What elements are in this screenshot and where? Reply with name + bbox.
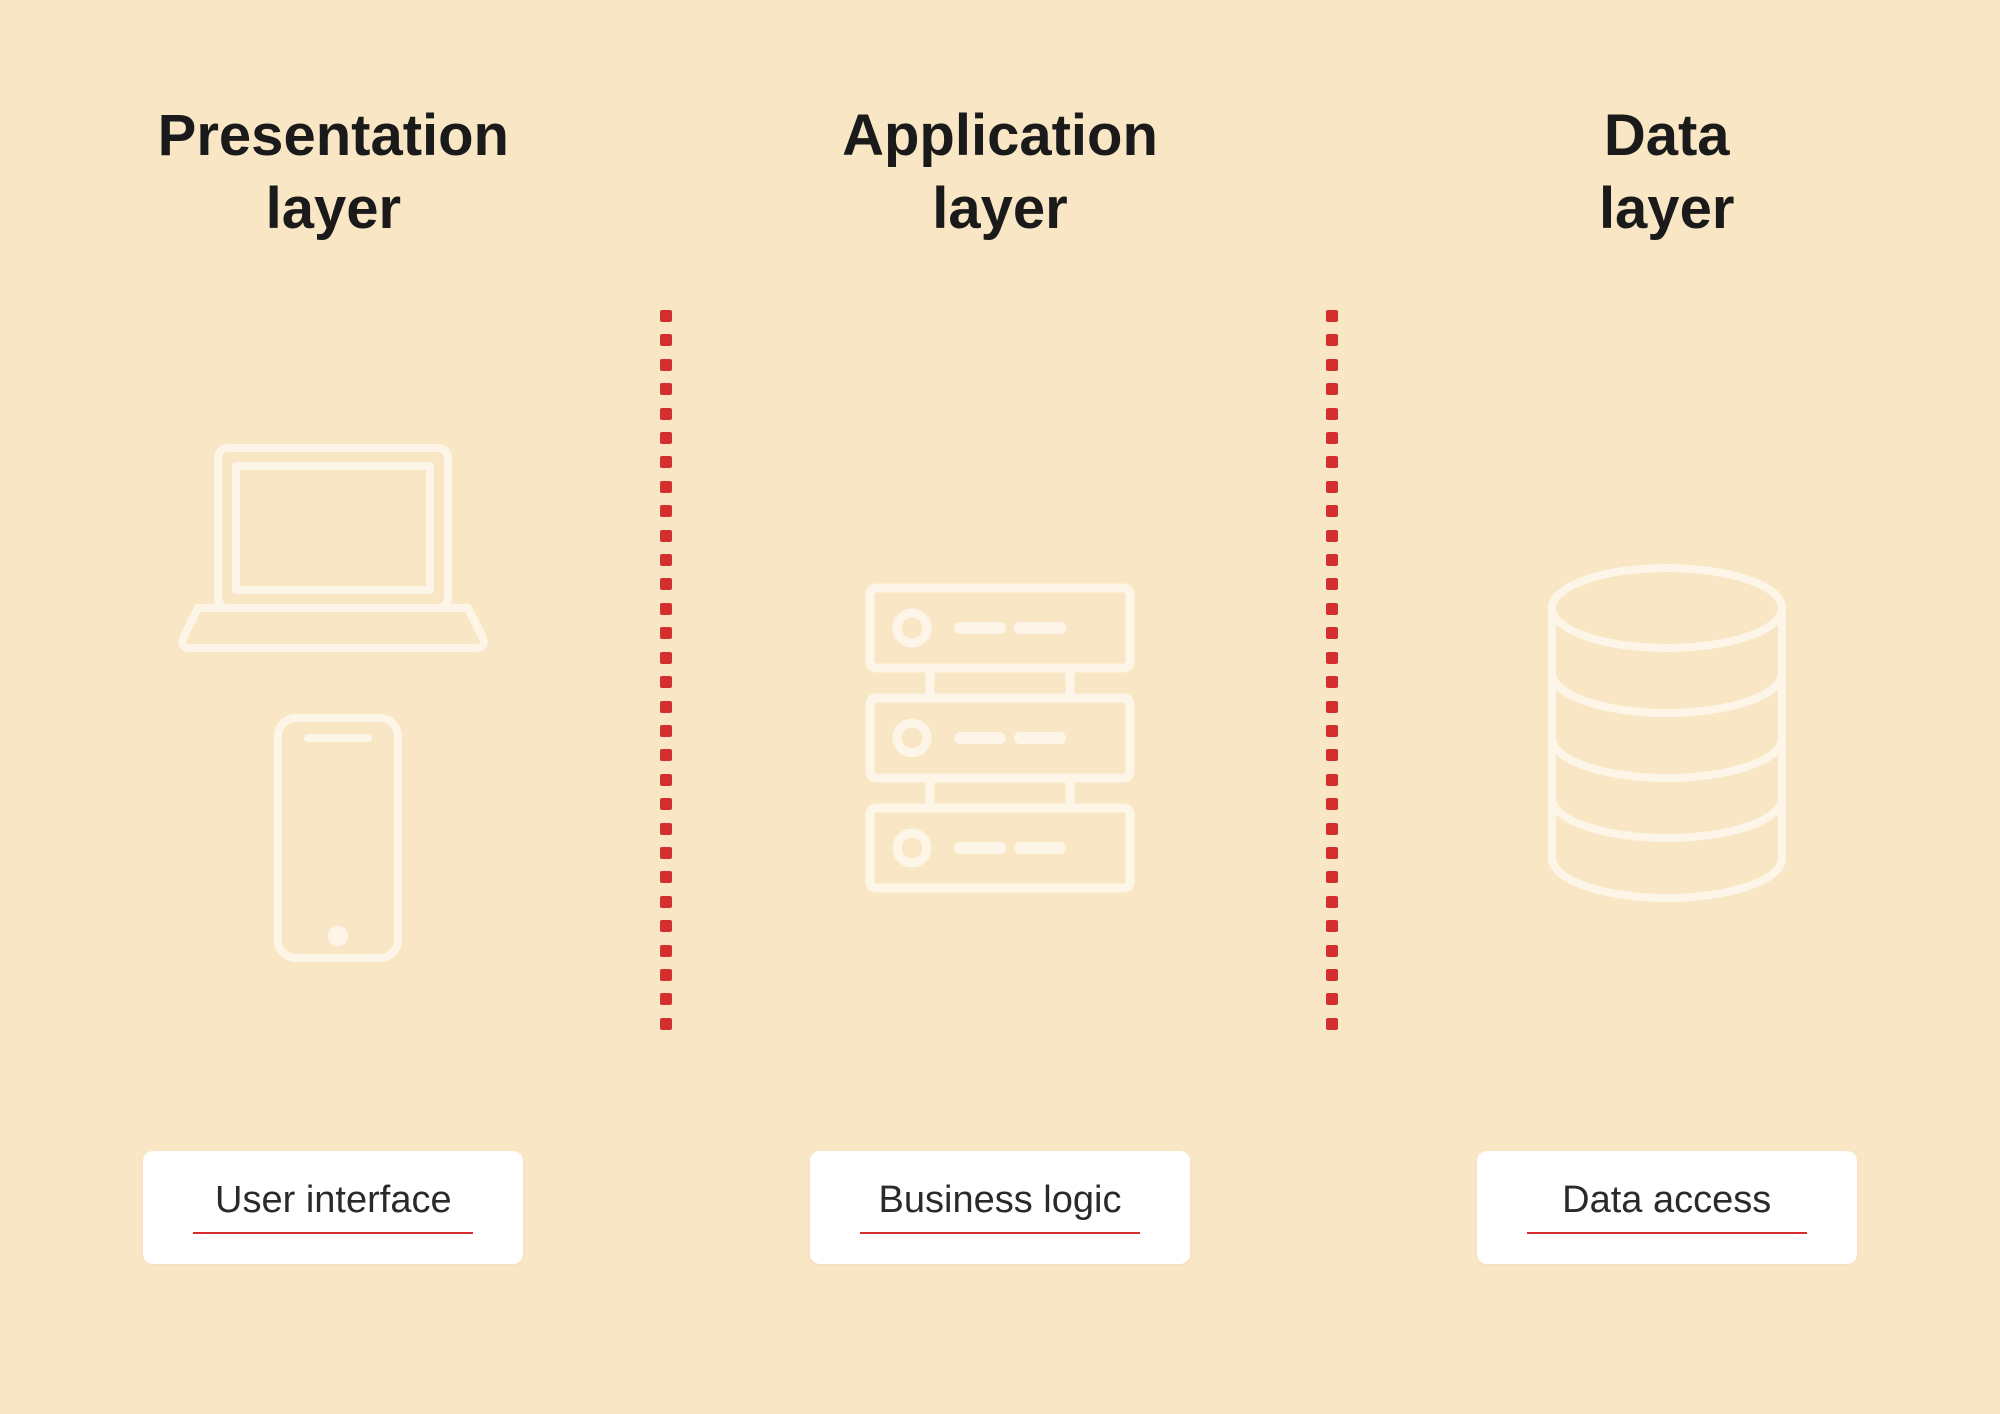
divider-1 — [660, 310, 672, 1030]
heading-presentation: Presentation layer — [158, 100, 509, 245]
heading-line2: layer — [158, 173, 509, 246]
icon-zone-application — [667, 325, 1334, 1151]
label-data: Data access — [1562, 1179, 1771, 1222]
column-data: Data layer Data — [1333, 0, 2000, 1414]
heading-line1: Presentation — [158, 100, 509, 173]
label-box-data: Data access — [1477, 1151, 1857, 1264]
label-underline — [1527, 1232, 1807, 1234]
icon-zone-presentation — [0, 325, 667, 1151]
server-icon — [840, 558, 1160, 918]
heading-line1: Application — [842, 100, 1158, 173]
heading-data: Data layer — [1599, 100, 1734, 245]
database-icon — [1517, 548, 1817, 928]
label-application: Business logic — [879, 1179, 1122, 1222]
column-application: Application layer — [667, 0, 1334, 1414]
devices-icon — [158, 438, 508, 1038]
heading-line1: Data — [1599, 100, 1734, 173]
column-presentation: Presentation layer User interface — [0, 0, 667, 1414]
label-box-application: Business logic — [810, 1151, 1190, 1264]
diagram-container: Presentation layer User interface — [0, 0, 2000, 1414]
heading-line2: layer — [842, 173, 1158, 246]
divider-2 — [1326, 310, 1338, 1030]
label-underline — [193, 1232, 473, 1234]
heading-line2: layer — [1599, 173, 1734, 246]
heading-application: Application layer — [842, 100, 1158, 245]
label-presentation: User interface — [215, 1179, 452, 1222]
label-box-presentation: User interface — [143, 1151, 523, 1264]
label-underline — [860, 1232, 1140, 1234]
icon-zone-data — [1333, 325, 2000, 1151]
